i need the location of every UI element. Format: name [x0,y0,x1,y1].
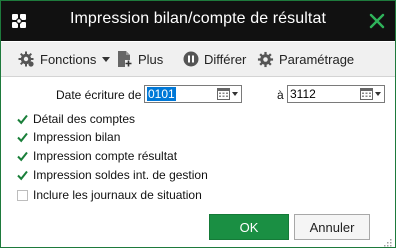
document-plus-icon [117,50,133,68]
settings-button[interactable]: Paramétrage [257,42,354,76]
title-bar[interactable]: Impression bilan/compte de résultat [1,1,395,41]
resize-grip-icon[interactable] [382,234,392,247]
gear-icon [17,50,35,68]
calendar-dropdown-icon[interactable] [360,87,382,101]
checkbox-checked-icon[interactable] [17,151,28,162]
checkbox-checked-icon[interactable] [17,114,28,125]
ok-button[interactable]: OK [209,214,289,240]
checkbox-checked-icon[interactable] [17,170,28,181]
option-inclure-journaux-situation[interactable]: Inclure les journaux de situation [17,187,202,203]
option-label: Impression soldes int. de gestion [33,168,208,182]
settings-label: Paramétrage [279,51,355,67]
option-impression-compte-resultat[interactable]: Impression compte résultat [17,148,177,164]
date-from-label: Date écriture de [56,88,142,102]
close-icon[interactable] [367,11,387,31]
date-from-field[interactable]: 0101 [144,85,242,103]
plus-button[interactable]: Plus [117,42,163,76]
calendar-dropdown-icon[interactable] [217,87,239,101]
plus-label: Plus [138,51,164,67]
defer-label: Différer [204,51,247,67]
option-impression-soldes[interactable]: Impression soldes int. de gestion [17,167,208,183]
option-label: Détail des comptes [33,112,136,126]
dialog-window: Impression bilan/compte de résultat Fonc… [0,0,396,248]
option-label: Impression bilan [33,130,121,144]
date-to-field[interactable] [287,85,385,103]
window-title: Impression bilan/compte de résultat [69,10,327,27]
cancel-button[interactable]: Annuler [294,214,370,240]
defer-button[interactable]: Différer [183,42,246,76]
functions-label: Fonctions [40,51,97,67]
pause-icon [183,51,199,67]
caret-down-icon [102,56,111,62]
option-label: Impression compte résultat [33,149,178,163]
toolbar: Fonctions Plus Différer Paramétrage [1,42,395,77]
checkbox-unchecked-icon[interactable] [17,189,28,201]
date-to-label: à [277,88,284,102]
option-detail-des-comptes[interactable]: Détail des comptes [17,111,135,127]
cog-icon [257,51,274,68]
option-impression-bilan[interactable]: Impression bilan [17,129,120,145]
option-label: Inclure les journaux de situation [33,188,202,202]
functions-menu-button[interactable]: Fonctions [17,42,111,76]
date-to-input[interactable] [290,87,350,101]
date-from-value[interactable]: 0101 [147,87,176,101]
checkbox-checked-icon[interactable] [17,132,28,143]
